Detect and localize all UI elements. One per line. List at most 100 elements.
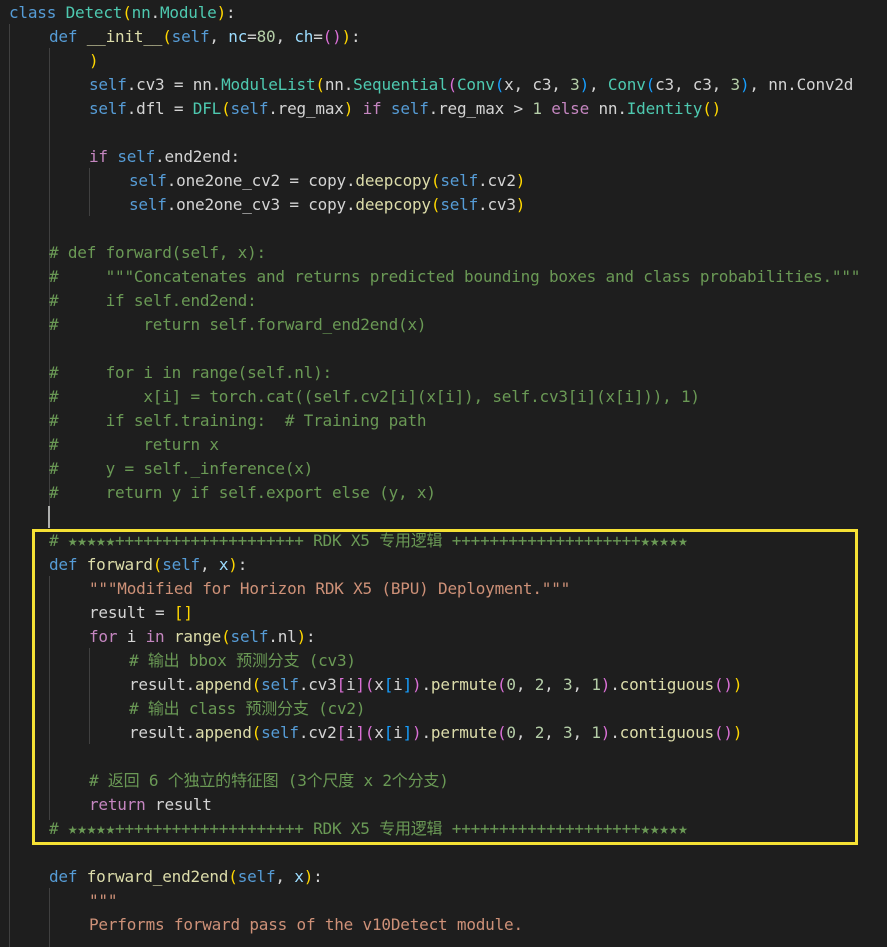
code-token: .dfl = bbox=[126, 99, 193, 118]
code-token: forward bbox=[86, 555, 153, 574]
code-token: if bbox=[362, 99, 382, 118]
code-token: def bbox=[49, 555, 78, 574]
code-token: else bbox=[551, 99, 590, 118]
code-token: ) bbox=[600, 675, 611, 694]
code-token: self bbox=[261, 723, 299, 742]
code-token: ] bbox=[355, 675, 365, 694]
code-token: i bbox=[393, 675, 403, 694]
code-line: # for i in range(self.nl): bbox=[49, 361, 332, 385]
code-token: = bbox=[247, 27, 257, 46]
code-token: self bbox=[230, 627, 269, 646]
code-token: x bbox=[374, 675, 384, 694]
code-token: , bbox=[589, 75, 608, 94]
code-token: ( bbox=[645, 75, 656, 94]
code-token: # y = self._inference(x) bbox=[49, 459, 314, 478]
code-token: def bbox=[49, 27, 78, 46]
code-editor[interactable]: class Detect(nn.Module): def __init__(sel… bbox=[0, 0, 887, 947]
code-token: """Modified for Horizon RDK X5 (BPU) Dep… bbox=[89, 579, 571, 598]
code-token: ( bbox=[162, 27, 172, 46]
code-token: for bbox=[89, 627, 118, 646]
code-line: # if self.end2end: bbox=[49, 289, 257, 313]
code-line: # y = self._inference(x) bbox=[49, 457, 313, 481]
code-token: def bbox=[49, 867, 78, 886]
code-token: 2 bbox=[534, 723, 545, 742]
code-token: self bbox=[89, 75, 127, 94]
code-token: # def forward(self, x): bbox=[49, 243, 266, 262]
code-line: ) bbox=[89, 49, 99, 73]
code-token: x bbox=[294, 867, 304, 886]
code-token: , bbox=[275, 27, 295, 46]
code-token: , bbox=[544, 723, 564, 742]
code-token: ) bbox=[739, 75, 750, 94]
code-line: # ★★★★★++++++++++++++++++++ RDK X5 专用逻辑 … bbox=[49, 529, 688, 553]
code-token: [ bbox=[336, 723, 347, 742]
code-token: x bbox=[374, 723, 384, 742]
code-token: if bbox=[89, 147, 108, 166]
code-line: self.one2one_cv2 = copy.deepcopy(self.cv… bbox=[129, 169, 525, 193]
indent-guide bbox=[9, 24, 10, 947]
code-token: ( bbox=[221, 627, 231, 646]
code-token: ) bbox=[579, 75, 590, 94]
code-token: contiguous bbox=[619, 675, 715, 694]
code-line: def forward(self, x): bbox=[49, 553, 247, 577]
code-token: ) bbox=[216, 3, 227, 22]
code-token: self bbox=[89, 99, 127, 118]
code-token: ( bbox=[430, 195, 441, 214]
code-token: . bbox=[421, 723, 431, 742]
code-token: # for i in range(self.nl): bbox=[49, 363, 332, 382]
code-line: def __init__(self, nc=80, ch=()): bbox=[49, 25, 361, 49]
code-token: c3, c3, bbox=[655, 75, 731, 94]
code-line: """Modified for Horizon RDK X5 (BPU) Dep… bbox=[89, 577, 570, 601]
code-token: self bbox=[440, 195, 479, 214]
text-cursor bbox=[48, 506, 50, 528]
code-token: 80 bbox=[256, 27, 276, 46]
code-line: if self.end2end: bbox=[89, 145, 240, 169]
code-line: result.append(self.cv3[i](x[i]).permute(… bbox=[129, 673, 743, 697]
code-token: ch bbox=[294, 27, 314, 46]
code-token: range bbox=[173, 627, 222, 646]
code-line: for i in range(self.nl): bbox=[89, 625, 316, 649]
code-token: nc bbox=[228, 27, 248, 46]
code-token: , bbox=[572, 723, 592, 742]
code-token: ) bbox=[515, 171, 526, 190]
code-token: Sequential bbox=[353, 75, 448, 94]
code-token: ) bbox=[303, 867, 314, 886]
code-token: # if self.end2end: bbox=[49, 291, 257, 310]
code-token: , bbox=[515, 723, 535, 742]
code-token: permute bbox=[430, 723, 497, 742]
code-token: ( bbox=[221, 99, 231, 118]
code-token: 0 bbox=[506, 675, 516, 694]
code-token: result bbox=[145, 795, 212, 814]
code-token: i bbox=[345, 675, 356, 694]
code-token: ( bbox=[496, 675, 507, 694]
code-token: ) bbox=[296, 627, 307, 646]
code-token: .cv2 bbox=[478, 171, 516, 190]
code-line: Performs forward pass of the v10Detect m… bbox=[89, 913, 523, 937]
code-line: # ★★★★★++++++++++++++++++++ RDK X5 专用逻辑 … bbox=[49, 817, 688, 841]
code-line: self.cv3 = nn.ModuleList(nn.Sequential(C… bbox=[89, 73, 853, 97]
code-token: ] bbox=[355, 723, 365, 742]
code-token: nn. bbox=[589, 99, 627, 118]
code-line: result = [] bbox=[89, 601, 193, 625]
code-token: self bbox=[162, 555, 200, 574]
code-token: return bbox=[89, 795, 146, 814]
code-token: ( bbox=[315, 75, 325, 94]
code-token: : bbox=[237, 555, 248, 574]
code-token: . bbox=[610, 723, 620, 742]
indent-guide bbox=[89, 648, 90, 744]
code-token: nn. bbox=[324, 75, 354, 94]
code-token: ( bbox=[494, 75, 505, 94]
code-token: self bbox=[129, 195, 167, 214]
code-token: # """Concatenates and returns predicted … bbox=[49, 267, 861, 286]
code-token: 3 bbox=[730, 75, 741, 94]
code-line: self.one2one_cv3 = copy.deepcopy(self.cv… bbox=[129, 193, 525, 217]
code-token: [] bbox=[173, 603, 193, 622]
code-token: 0 bbox=[506, 723, 516, 742]
code-line: # return y if self.export else (y, x) bbox=[49, 481, 436, 505]
code-token: Identity bbox=[626, 99, 703, 118]
code-token: : bbox=[306, 627, 316, 646]
code-token: , bbox=[572, 675, 592, 694]
